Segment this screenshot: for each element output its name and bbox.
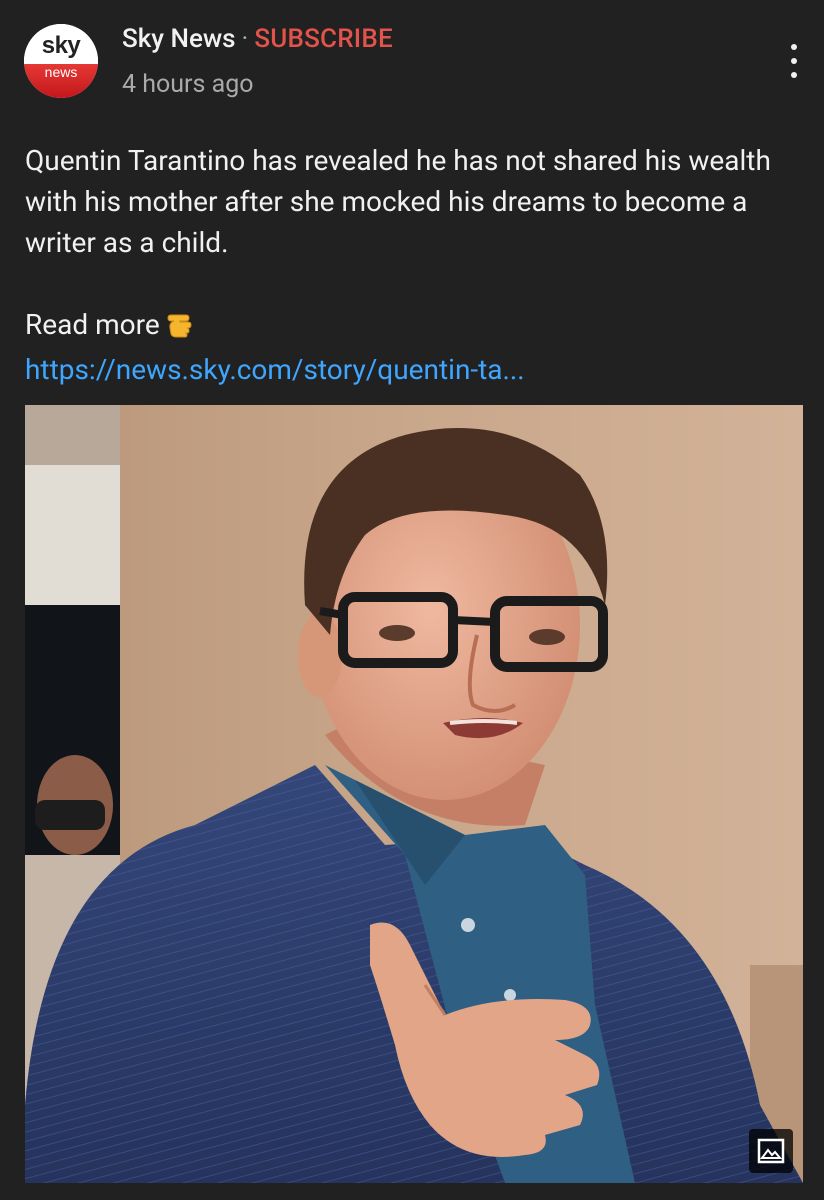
channel-line: Sky News · SUBSCRIBE <box>122 22 393 56</box>
community-post: sky news Sky News · SUBSCRIBE 4 hours ago … <box>0 0 824 1200</box>
subscribe-button[interactable]: SUBSCRIBE <box>254 24 393 54</box>
channel-avatar[interactable]: sky news <box>24 24 98 98</box>
article-link[interactable]: https://news.sky.com/story/quentin-ta... <box>25 353 525 386</box>
menu-dot <box>791 72 797 78</box>
read-more-line: Read more <box>25 304 805 349</box>
read-more-label: Read more <box>25 308 160 341</box>
menu-dot <box>791 44 797 50</box>
more-vert-icon[interactable] <box>774 40 814 84</box>
post-body: Quentin Tarantino has revealed he has no… <box>25 140 805 390</box>
post-header: sky news Sky News · SUBSCRIBE 4 hours ago <box>0 0 824 120</box>
post-image[interactable] <box>25 405 803 1183</box>
news-logo-text: news <box>44 64 78 80</box>
separator-dot: · <box>241 24 249 54</box>
image-icon[interactable] <box>749 1129 793 1173</box>
pointing-finger-icon <box>166 308 200 349</box>
menu-dot <box>791 58 797 64</box>
article-link-line: https://news.sky.com/story/quentin-ta... <box>25 349 805 390</box>
sky-logo-text: sky <box>41 32 81 59</box>
channel-name[interactable]: Sky News <box>122 24 236 54</box>
post-text: Quentin Tarantino has revealed he has no… <box>25 144 771 259</box>
post-timestamp: 4 hours ago <box>122 70 254 99</box>
portrait-photo <box>25 405 803 1183</box>
